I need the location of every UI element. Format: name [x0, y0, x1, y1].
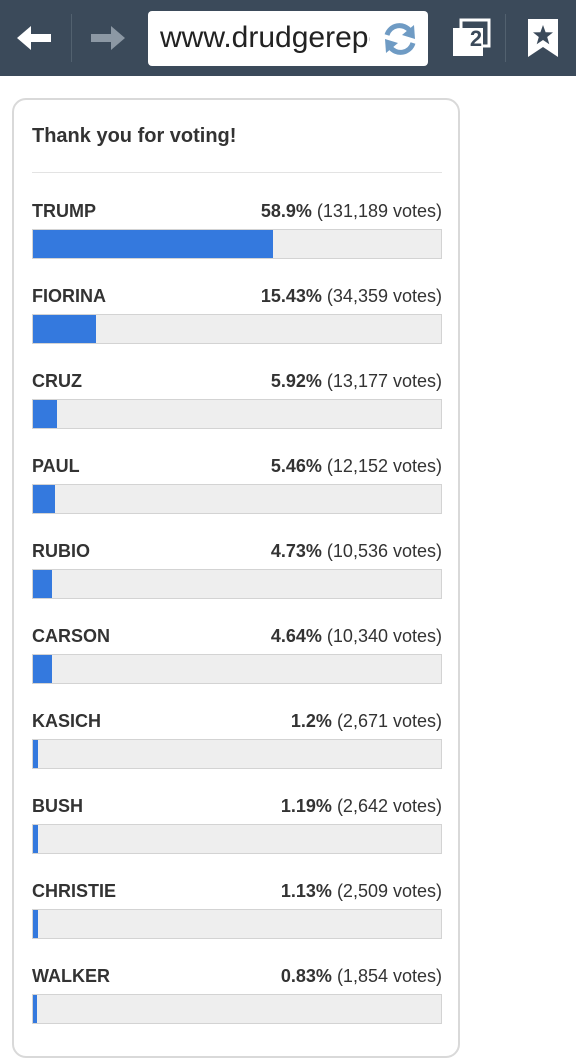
- vote-bar-fill: [33, 570, 52, 598]
- vote-percent: 5.46%: [270, 456, 322, 476]
- tab-count: 2: [469, 26, 483, 51]
- candidate-name: TRUMP: [32, 201, 96, 221]
- vote-stats: 4.64% (10,340 votes): [271, 626, 442, 647]
- vote-bar-fill: [33, 485, 55, 513]
- address-bar[interactable]: www.drudgerepo: [148, 11, 428, 66]
- vote-percent: 15.43%: [260, 286, 322, 306]
- candidate-name: CRUZ: [32, 371, 82, 391]
- vote-bar: [32, 569, 442, 599]
- vote-bar-fill: [33, 230, 273, 258]
- url-text: www.drudgerepo: [160, 21, 370, 54]
- vote-count: (10,340 votes): [326, 626, 442, 646]
- vote-percent: 1.13%: [280, 881, 332, 901]
- candidate-name: CARSON: [32, 626, 111, 646]
- vote-bar-fill: [33, 400, 57, 428]
- vote-bar: [32, 909, 442, 939]
- vote-bar-fill: [33, 910, 38, 938]
- vote-bar: [32, 739, 442, 769]
- vote-bar-fill: [33, 995, 37, 1023]
- poll-heading: Thank you for voting!: [32, 125, 237, 147]
- vote-count: (2,642 votes): [336, 796, 442, 816]
- vote-percent: 4.64%: [270, 626, 322, 646]
- vote-percent: 58.9%: [260, 201, 312, 221]
- vote-count: (2,671 votes): [336, 711, 442, 731]
- vote-count: (12,152 votes): [326, 456, 442, 476]
- result-row: BUSH 1.19% (2,642 votes): [32, 796, 442, 876]
- reload-icon: [384, 23, 416, 55]
- vote-bar-fill: [33, 655, 52, 683]
- vote-stats: 58.9% (131,189 votes): [261, 201, 442, 222]
- vote-stats: 5.46% (12,152 votes): [271, 456, 442, 477]
- vote-stats: 4.73% (10,536 votes): [271, 541, 442, 562]
- candidate-name: BUSH: [32, 796, 84, 816]
- vote-count: (34,359 votes): [326, 286, 442, 306]
- vote-bar: [32, 484, 442, 514]
- candidate-name: KASICH: [32, 711, 102, 731]
- vote-bar-fill: [33, 315, 96, 343]
- vote-bar: [32, 229, 442, 259]
- vote-stats: 5.92% (13,177 votes): [271, 371, 442, 392]
- vote-count: (1,854 votes): [336, 966, 442, 986]
- candidate-name: CHRISTIE: [32, 881, 117, 901]
- vote-percent: 1.19%: [280, 796, 332, 816]
- forward-button[interactable]: [72, 0, 142, 76]
- vote-stats: 1.19% (2,642 votes): [281, 796, 442, 817]
- bookmark-button[interactable]: [510, 0, 576, 76]
- vote-bar: [32, 314, 442, 344]
- vote-bar: [32, 994, 442, 1024]
- vote-bar-fill: [33, 825, 38, 853]
- candidate-name: RUBIO: [32, 541, 90, 561]
- result-row: PAUL 5.46% (12,152 votes): [32, 456, 442, 536]
- result-row: CHRISTIE 1.13% (2,509 votes): [32, 881, 442, 961]
- vote-count: (13,177 votes): [326, 371, 442, 391]
- vote-bar: [32, 654, 442, 684]
- vote-count: (2,509 votes): [336, 881, 442, 901]
- vote-stats: 1.2% (2,671 votes): [291, 711, 442, 732]
- divider: [32, 172, 442, 173]
- result-row: TRUMP 58.9% (131,189 votes): [32, 201, 442, 281]
- vote-percent: 4.73%: [270, 541, 322, 561]
- result-row: FIORINA 15.43% (34,359 votes): [32, 286, 442, 366]
- browser-toolbar: www.drudgerepo 2: [0, 0, 576, 76]
- vote-count: (131,189 votes): [316, 201, 442, 221]
- vote-bar-fill: [33, 740, 38, 768]
- back-button[interactable]: [0, 0, 70, 76]
- result-row: CRUZ 5.92% (13,177 votes): [32, 371, 442, 451]
- candidate-name: PAUL: [32, 456, 80, 476]
- vote-bar: [32, 824, 442, 854]
- reload-button[interactable]: [378, 17, 422, 61]
- tabs-button[interactable]: 2: [438, 0, 504, 76]
- result-row: CARSON 4.64% (10,340 votes): [32, 626, 442, 706]
- vote-stats: 0.83% (1,854 votes): [281, 966, 442, 987]
- vote-bar: [32, 399, 442, 429]
- vote-percent: 0.83%: [280, 966, 332, 986]
- vote-stats: 1.13% (2,509 votes): [281, 881, 442, 902]
- vote-percent: 5.92%: [270, 371, 322, 391]
- vote-percent: 1.2%: [290, 711, 332, 731]
- result-row: RUBIO 4.73% (10,536 votes): [32, 541, 442, 621]
- bookmark-star-icon: [528, 19, 558, 57]
- candidate-name: FIORINA: [32, 286, 106, 306]
- result-row: WALKER 0.83% (1,854 votes): [32, 966, 442, 1046]
- vote-count: (10,536 votes): [326, 541, 442, 561]
- back-arrow-icon: [17, 26, 51, 50]
- forward-arrow-icon: [91, 26, 125, 50]
- result-row: KASICH 1.2% (2,671 votes): [32, 711, 442, 791]
- vote-stats: 15.43% (34,359 votes): [261, 286, 442, 307]
- candidate-name: WALKER: [32, 966, 110, 986]
